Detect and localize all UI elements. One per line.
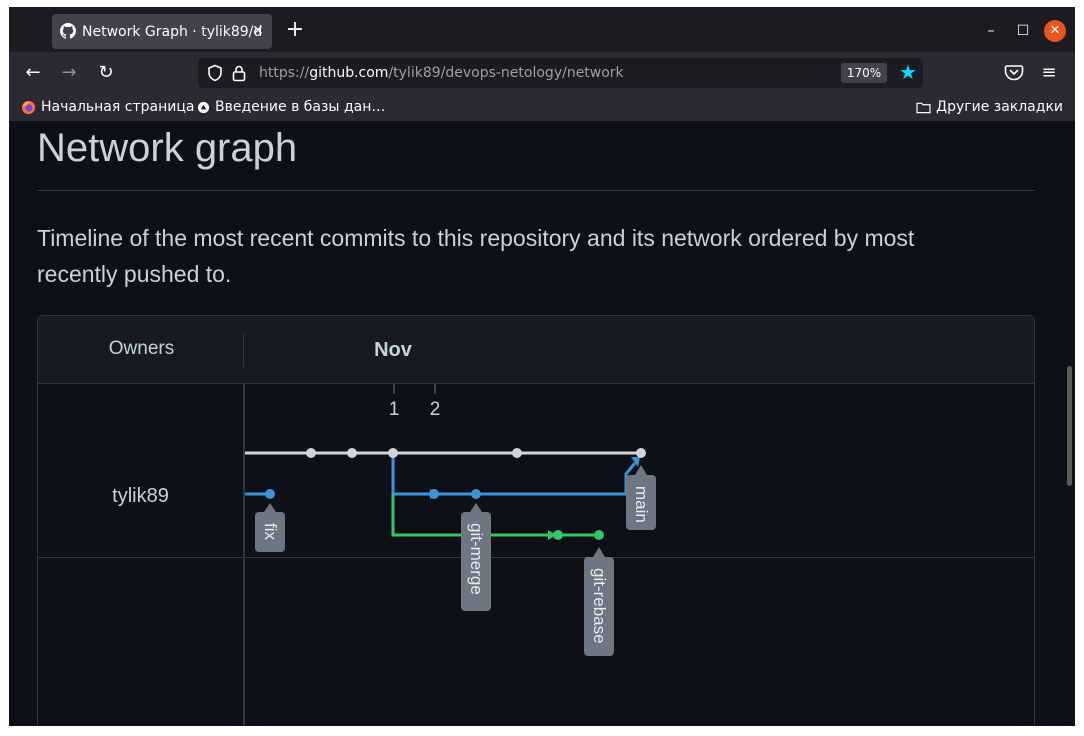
zoom-level-button[interactable]: 170% [841, 63, 887, 83]
commit-dot[interactable] [471, 489, 481, 499]
day-label: 1 [389, 399, 400, 420]
page-content: Network graph Timeline of the most recen… [9, 121, 1075, 726]
site-icon [197, 101, 210, 113]
bookmark-label: Начальная страница [41, 99, 195, 115]
bookmark-star-icon[interactable]: ★ [897, 61, 919, 83]
network-graph[interactable]: Owners Nov tylik89 1 2 fix main git-merg… [37, 315, 1035, 726]
navigation-toolbar: ← → ↻ https://github.com/tylik89/devops-… [9, 52, 1075, 94]
branch-label-text: git-merge [467, 523, 486, 595]
bookmark-label: Другие закладки [936, 99, 1063, 115]
commit-dot[interactable] [512, 448, 522, 458]
page-scrollbar[interactable] [1066, 121, 1075, 726]
branch-label-text: main [632, 486, 651, 523]
bookmark-other[interactable]: Другие закладки [916, 97, 1063, 117]
page-description: Timeline of the most recent commits to t… [37, 225, 915, 287]
url-bar[interactable]: https://github.com/tylik89/devops-netolo… [198, 58, 923, 88]
close-window-button[interactable]: ✕ [1044, 20, 1066, 42]
folder-icon [916, 102, 931, 113]
url-text[interactable]: https://github.com/tylik89/devops-netolo… [259, 63, 624, 83]
commit-graph[interactable]: 1 2 fix main git-merge git-rebase [38, 316, 1035, 726]
page-title: Network graph [37, 126, 298, 170]
tracking-protection-shield-icon[interactable] [206, 64, 224, 82]
commit-dot[interactable] [388, 448, 398, 458]
browser-window: Network Graph · tylik89/devops-netology … [9, 7, 1075, 726]
url-host: github.com [309, 65, 389, 81]
back-button[interactable]: ← [19, 61, 47, 85]
title-divider [37, 190, 1035, 191]
forward-button[interactable]: → [55, 61, 83, 85]
bookmarks-toolbar: Начальная страница Введение в базы дан… … [9, 94, 1075, 121]
tab-bar: Network Graph · tylik89/devops-netology … [9, 7, 1075, 52]
branch-label-fix[interactable]: fix [255, 503, 285, 552]
pocket-icon[interactable] [1003, 61, 1025, 83]
bookmark-databases[interactable]: Введение в базы дан… [197, 97, 385, 117]
git-merge-branch-line [391, 453, 430, 496]
commit-dot[interactable] [306, 448, 316, 458]
scrollbar-thumb[interactable] [1067, 366, 1072, 486]
bookmark-label: Введение в базы дан… [215, 99, 386, 115]
commit-dot[interactable] [636, 448, 646, 458]
url-path: /tylik89/devops-netology/network [388, 65, 624, 81]
maximize-button[interactable]: ☐ [1011, 19, 1035, 43]
commit-dot[interactable] [429, 489, 439, 499]
reload-button[interactable]: ↻ [92, 61, 120, 85]
url-scheme: https:// [259, 65, 310, 81]
minimize-button[interactable]: – [979, 19, 1003, 43]
branch-label-main[interactable]: main [626, 465, 656, 530]
commit-dot[interactable] [594, 530, 604, 540]
tab-active[interactable]: Network Graph · tylik89/devops-netology … [52, 14, 272, 49]
new-tab-button[interactable]: + [284, 18, 306, 42]
day-label: 2 [430, 399, 441, 420]
hamburger-menu-icon[interactable]: ≡ [1037, 61, 1061, 85]
branch-label-text: fix [261, 523, 280, 541]
tab-title: Network Graph · tylik89/devops-netology [82, 24, 262, 40]
branch-label-text: git-rebase [590, 568, 609, 644]
github-icon [60, 23, 76, 39]
commit-dot[interactable] [553, 530, 563, 540]
git-merge-merge-line [434, 462, 637, 496]
commit-dot[interactable] [265, 489, 275, 499]
bookmark-home[interactable]: Начальная страница [21, 97, 194, 117]
tab-close-icon[interactable]: ✕ [248, 21, 268, 41]
lock-icon[interactable] [231, 64, 247, 82]
branch-label-git-merge[interactable]: git-merge [461, 503, 491, 611]
commit-dot[interactable] [347, 448, 357, 458]
branch-label-git-rebase[interactable]: git-rebase [584, 547, 614, 656]
firefox-icon [21, 100, 36, 114]
